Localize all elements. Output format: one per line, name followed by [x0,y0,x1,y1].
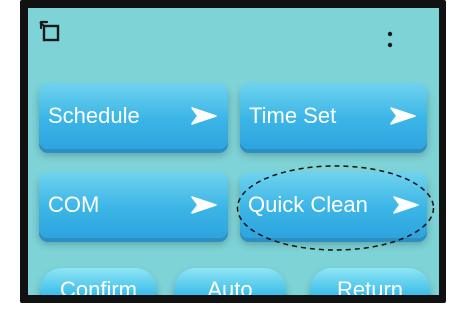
quick-clean-label: Quick Clean [248,192,368,217]
auto-button[interactable]: Auto [174,268,286,295]
vertical-dots-icon[interactable] [380,26,400,52]
quick-clean-button[interactable]: Quick Clean [240,172,427,238]
confirm-button[interactable]: Confirm [40,268,157,295]
arrow-right-icon [191,107,217,125]
time-set-label: Time Set [249,103,337,128]
arrow-right-icon [390,107,416,125]
arrow-right-icon [393,196,419,214]
com-button[interactable]: COM [39,172,228,238]
back-window-icon[interactable] [36,18,62,44]
schedule-button[interactable]: Schedule [39,83,228,149]
arrow-right-icon [191,196,217,214]
com-label: COM [48,192,100,217]
return-button[interactable]: Return [310,268,430,295]
schedule-label: Schedule [48,103,140,128]
time-set-button[interactable]: Time Set [240,83,427,149]
touch-screen: Schedule Time Set COM Quick Clean Confir… [28,8,439,295]
